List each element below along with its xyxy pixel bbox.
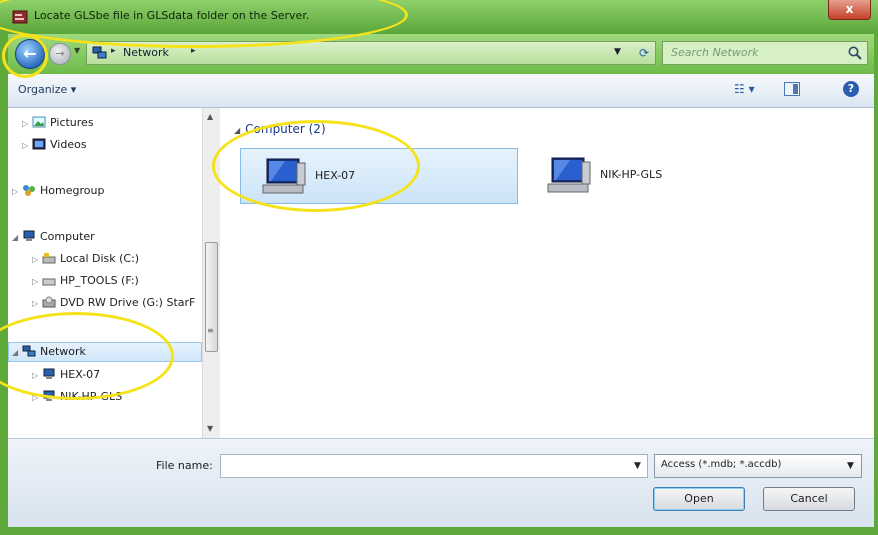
scroll-down-icon[interactable]: ▼ [207,424,213,433]
network-icon [92,46,107,59]
nav-item-network[interactable]: ◢ Network [12,343,86,361]
expand-arrow-icon[interactable]: ▷ [22,115,32,133]
open-button[interactable]: Open [653,487,745,511]
forward-arrow-icon: → [55,47,65,60]
expand-arrow-icon[interactable]: ▷ [32,389,42,407]
computer-icon [43,368,55,379]
forward-button[interactable]: → [49,43,71,65]
navigation-bar: ← → ▼ ▸ Network ▸ ▼ ⟳ Search Network [8,34,874,74]
scrollbar-thumb[interactable] [205,242,218,352]
nav-item-hex-07[interactable]: ▷ HEX-07 [32,366,100,384]
nav-item-nik-hp-gls[interactable]: ▷ NIK-HP-GLS [32,388,122,406]
drive-icon [42,253,56,264]
group-header-computer[interactable]: ◢ Computer (2) [234,122,326,136]
pictures-icon [32,116,46,128]
filename-input[interactable] [220,454,648,478]
nav-item-label: Homegroup [40,184,105,197]
address-bar[interactable]: ▸ Network ▸ ▼ ⟳ [86,41,656,65]
cancel-button[interactable]: Cancel [763,487,855,511]
collapse-arrow-icon[interactable]: ◢ [234,126,240,135]
file-type-select[interactable]: Access (*.mdb; *.accdb) ▼ [654,454,862,478]
list-item-nik-hp-gls[interactable]: NIK-HP-GLS [526,148,786,204]
computer-icon [23,230,35,241]
filename-label: File name: [156,459,213,472]
nav-item-homegroup[interactable]: ▷ Homegroup [12,182,104,200]
open-file-dialog: Locate GLSbe file in GLSdata folder on t… [0,0,878,535]
nav-item-computer[interactable]: ◢ Computer [12,228,95,246]
nav-item-label: Videos [50,138,87,151]
computer-icon [547,157,591,193]
back-button[interactable]: ← [15,39,45,69]
nav-item-pictures[interactable]: ▷ Pictures [22,114,94,132]
computer-icon [43,390,55,401]
expand-arrow-icon[interactable]: ▷ [32,367,42,385]
nav-item-label: Pictures [50,116,94,129]
recent-pages-dropdown-icon[interactable]: ▼ [74,46,80,55]
preview-pane-icon[interactable] [784,82,800,96]
chevron-down-icon[interactable]: ▼ [847,461,854,471]
collapse-arrow-icon[interactable]: ◢ [12,229,22,247]
collapse-arrow-icon[interactable]: ◢ [12,344,22,362]
drive-icon [42,278,56,286]
nav-item-label: NIK-HP-GLS [60,390,123,403]
file-type-value: Access (*.mdb; *.accdb) [661,459,782,470]
computer-icon [262,158,306,194]
videos-icon [32,138,46,150]
address-segment-network[interactable]: Network [123,46,169,59]
scroll-up-icon[interactable]: ▲ [207,112,213,121]
dvd-drive-icon [42,296,56,308]
nav-item-local-disk[interactable]: ▷ Local Disk (C:) [32,250,139,268]
nav-item-label: Network [40,345,86,358]
search-box[interactable]: Search Network [662,41,868,65]
expand-arrow-icon[interactable]: ▷ [32,295,42,313]
nav-item-label: Computer [40,230,95,243]
file-list: ◢ Computer (2) HEX-07 NIK-HP-GLS [220,108,874,438]
expand-arrow-icon[interactable]: ▷ [32,273,42,291]
command-toolbar: Organize ▾ ☷ ▾ ? [8,74,874,108]
network-icon [22,345,36,357]
nav-pane-scrollbar[interactable]: ▲ ≡ ▼ [202,108,220,438]
search-input[interactable]: Search Network [671,46,758,59]
back-arrow-icon: ← [23,44,37,63]
title-bar: Locate GLSbe file in GLSdata folder on t… [0,0,878,34]
nav-item-label: DVD RW Drive (G:) StarF [60,296,196,309]
access-app-icon [12,10,28,24]
navigation-pane: ▷ Pictures ▷ Videos ▷ Homegroup ◢ Computer ▷… [8,108,203,438]
search-icon[interactable] [847,45,863,61]
nav-item-hp-tools[interactable]: ▷ HP_TOOLS (F:) [32,272,139,290]
list-item-hex-07[interactable]: HEX-07 [240,148,518,204]
nav-item-label: HP_TOOLS (F:) [60,274,139,287]
nav-item-dvd-drive[interactable]: ▷ DVD RW Drive (G:) StarF [32,294,195,312]
chevron-right-icon[interactable]: ▸ [111,46,116,56]
change-view-icon[interactable]: ☷ ▾ [734,82,755,96]
homegroup-icon [23,185,35,196]
item-label: NIK-HP-GLS [600,168,663,181]
nav-item-label: HEX-07 [60,368,101,381]
chevron-right-icon[interactable]: ▸ [191,46,196,56]
scrollbar-grip-icon: ≡ [207,326,214,335]
group-header-label: Computer (2) [245,122,326,136]
address-dropdown-icon[interactable]: ▼ [614,47,621,57]
nav-item-label: Local Disk (C:) [60,252,140,265]
window-title: Locate GLSbe file in GLSdata folder on t… [34,9,310,22]
help-icon[interactable]: ? [843,81,859,97]
nav-item-videos[interactable]: ▷ Videos [22,136,87,154]
organize-menu[interactable]: Organize ▾ [18,83,76,96]
item-label: HEX-07 [315,169,356,182]
expand-arrow-icon[interactable]: ▷ [22,137,32,155]
refresh-icon[interactable]: ⟳ [635,45,653,61]
expand-arrow-icon[interactable]: ▷ [12,183,22,201]
close-button[interactable]: x [828,0,871,20]
bottom-panel: File name: ▼ Access (*.mdb; *.accdb) ▼ O… [8,438,874,527]
filename-dropdown-icon[interactable]: ▼ [634,461,641,471]
expand-arrow-icon[interactable]: ▷ [32,251,42,269]
